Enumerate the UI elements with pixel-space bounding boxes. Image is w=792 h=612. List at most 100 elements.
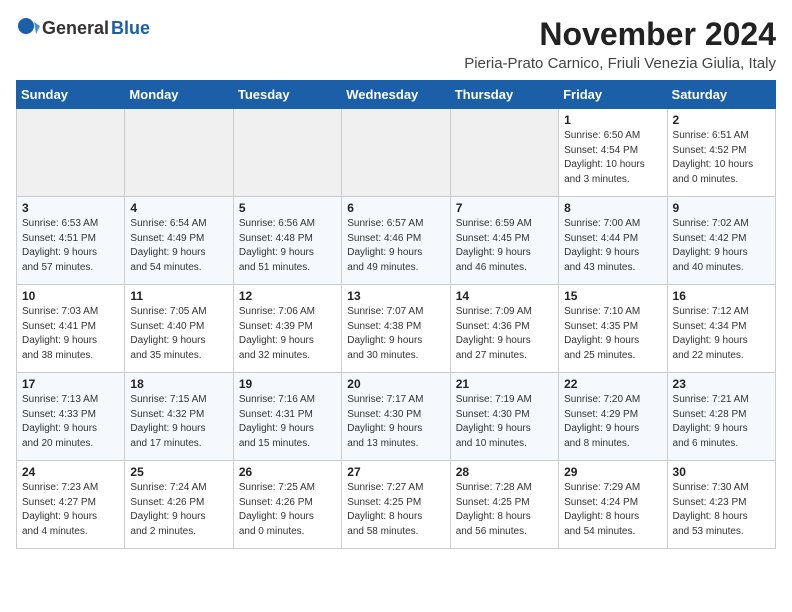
header-thursday: Thursday (450, 81, 558, 109)
calendar-title: November 2024 (464, 16, 776, 53)
calendar-cell: 4 Sunrise: 6:54 AM Sunset: 4:49 PM Daylig… (125, 197, 233, 285)
day-info: Sunrise: 6:59 AM Sunset: 4:45 PM Dayligh… (456, 217, 553, 275)
calendar-cell: 13 Sunrise: 7:07 AM Sunset: 4:38 PM Dayli… (342, 285, 450, 373)
calendar-table: SundayMondayTuesdayWednesdayThursdayFrid… (16, 80, 776, 549)
calendar-cell: 20Sunrise: 7:17 AM Sunset: 4:30 PM Dayli… (342, 373, 450, 461)
day-number: 26 (239, 465, 336, 479)
day-info: Sunrise: 6:57 AM Sunset: 4:46 PM Dayligh… (347, 217, 444, 275)
calendar-cell: 11 Sunrise: 7:05 AM Sunset: 4:40 PM Dayli… (125, 285, 233, 373)
calendar-cell: 23 Sunrise: 7:21 AM Sunset: 4:28 PM Dayli… (667, 373, 775, 461)
day-number: 7 (456, 201, 553, 215)
day-number: 19 (239, 377, 336, 391)
day-number: 29 (564, 465, 661, 479)
title-block: November 2024 Pieria-Prato Carnico, Friu… (464, 16, 776, 72)
day-info: Sunrise: 7:20 AM Sunset: 4:29 PM Dayligh… (564, 393, 661, 451)
calendar-cell: 22 Sunrise: 7:20 AM Sunset: 4:29 PM Dayli… (559, 373, 667, 461)
calendar-cell: 14 Sunrise: 7:09 AM Sunset: 4:36 PM Dayli… (450, 285, 558, 373)
day-info: Sunrise: 7:09 AM Sunset: 4:36 PM Dayligh… (456, 305, 553, 363)
day-number: 16 (673, 289, 770, 303)
calendar-cell: 6 Sunrise: 6:57 AM Sunset: 4:46 PM Daylig… (342, 197, 450, 285)
day-number: 4 (130, 201, 227, 215)
day-number: 15 (564, 289, 661, 303)
day-number: 9 (673, 201, 770, 215)
header-saturday: Saturday (667, 81, 775, 109)
day-info: Sunrise: 7:02 AM Sunset: 4:42 PM Dayligh… (673, 217, 770, 275)
page-header: General Blue November 2024 Pieria-Prato … (16, 16, 776, 72)
calendar-cell: 2 Sunrise: 6:51 AM Sunset: 4:52 PM Daylig… (667, 109, 775, 197)
day-info: Sunrise: 7:23 AM Sunset: 4:27 PM Dayligh… (22, 481, 119, 539)
day-number: 13 (347, 289, 444, 303)
header-tuesday: Tuesday (233, 81, 341, 109)
day-number: 12 (239, 289, 336, 303)
day-number: 22 (564, 377, 661, 391)
calendar-cell (342, 109, 450, 197)
day-number: 30 (673, 465, 770, 479)
day-info: Sunrise: 7:03 AM Sunset: 4:41 PM Dayligh… (22, 305, 119, 363)
day-number: 25 (130, 465, 227, 479)
day-number: 17 (22, 377, 119, 391)
day-info: Sunrise: 7:17 AM Sunset: 4:30 PM Dayligh… (347, 393, 444, 451)
day-info: Sunrise: 7:10 AM Sunset: 4:35 PM Dayligh… (564, 305, 661, 363)
day-number: 10 (22, 289, 119, 303)
calendar-cell: 25 Sunrise: 7:24 AM Sunset: 4:26 PM Dayli… (125, 461, 233, 549)
calendar-week-row: 3Sunrise: 6:53 AM Sunset: 4:51 PM Daylig… (17, 197, 776, 285)
header-wednesday: Wednesday (342, 81, 450, 109)
calendar-cell: 18Sunrise: 7:15 AM Sunset: 4:32 PM Dayli… (125, 373, 233, 461)
calendar-cell: 16Sunrise: 7:12 AM Sunset: 4:34 PM Dayli… (667, 285, 775, 373)
day-info: Sunrise: 7:19 AM Sunset: 4:30 PM Dayligh… (456, 393, 553, 451)
day-info: Sunrise: 7:21 AM Sunset: 4:28 PM Dayligh… (673, 393, 770, 451)
calendar-cell: 15 Sunrise: 7:10 AM Sunset: 4:35 PM Dayli… (559, 285, 667, 373)
day-info: Sunrise: 7:07 AM Sunset: 4:38 PM Dayligh… (347, 305, 444, 363)
day-info: Sunrise: 7:16 AM Sunset: 4:31 PM Dayligh… (239, 393, 336, 451)
day-info: Sunrise: 7:25 AM Sunset: 4:26 PM Dayligh… (239, 481, 336, 539)
day-info: Sunrise: 7:00 AM Sunset: 4:44 PM Dayligh… (564, 217, 661, 275)
day-number: 28 (456, 465, 553, 479)
day-number: 23 (673, 377, 770, 391)
calendar-cell: 1Sunrise: 6:50 AM Sunset: 4:54 PM Daylig… (559, 109, 667, 197)
calendar-cell: 10 Sunrise: 7:03 AM Sunset: 4:41 PM Dayli… (17, 285, 125, 373)
calendar-header-row: SundayMondayTuesdayWednesdayThursdayFrid… (17, 81, 776, 109)
calendar-week-row: 24Sunrise: 7:23 AM Sunset: 4:27 PM Dayli… (17, 461, 776, 549)
calendar-cell: 21Sunrise: 7:19 AM Sunset: 4:30 PM Dayli… (450, 373, 558, 461)
day-info: Sunrise: 7:30 AM Sunset: 4:23 PM Dayligh… (673, 481, 770, 539)
day-info: Sunrise: 6:50 AM Sunset: 4:54 PM Dayligh… (564, 129, 661, 187)
calendar-cell: 12 Sunrise: 7:06 AM Sunset: 4:39 PM Dayli… (233, 285, 341, 373)
calendar-cell (125, 109, 233, 197)
header-monday: Monday (125, 81, 233, 109)
day-info: Sunrise: 6:51 AM Sunset: 4:52 PM Dayligh… (673, 129, 770, 187)
day-number: 6 (347, 201, 444, 215)
day-info: Sunrise: 7:27 AM Sunset: 4:25 PM Dayligh… (347, 481, 444, 539)
calendar-cell (233, 109, 341, 197)
day-info: Sunrise: 6:54 AM Sunset: 4:49 PM Dayligh… (130, 217, 227, 275)
day-number: 11 (130, 289, 227, 303)
logo-general-text: General (42, 18, 109, 39)
calendar-cell: 24Sunrise: 7:23 AM Sunset: 4:27 PM Dayli… (17, 461, 125, 549)
day-info: Sunrise: 7:05 AM Sunset: 4:40 PM Dayligh… (130, 305, 227, 363)
day-info: Sunrise: 7:29 AM Sunset: 4:24 PM Dayligh… (564, 481, 661, 539)
calendar-cell: 7 Sunrise: 6:59 AM Sunset: 4:45 PM Daylig… (450, 197, 558, 285)
day-info: Sunrise: 7:13 AM Sunset: 4:33 PM Dayligh… (22, 393, 119, 451)
day-number: 14 (456, 289, 553, 303)
calendar-cell: 5 Sunrise: 6:56 AM Sunset: 4:48 PM Daylig… (233, 197, 341, 285)
calendar-cell: 8Sunrise: 7:00 AM Sunset: 4:44 PM Daylig… (559, 197, 667, 285)
day-info: Sunrise: 7:06 AM Sunset: 4:39 PM Dayligh… (239, 305, 336, 363)
day-info: Sunrise: 7:24 AM Sunset: 4:26 PM Dayligh… (130, 481, 227, 539)
calendar-week-row: 17 Sunrise: 7:13 AM Sunset: 4:33 PM Dayli… (17, 373, 776, 461)
calendar-cell: 27 Sunrise: 7:27 AM Sunset: 4:25 PM Dayli… (342, 461, 450, 549)
day-info: Sunrise: 7:28 AM Sunset: 4:25 PM Dayligh… (456, 481, 553, 539)
day-info: Sunrise: 6:56 AM Sunset: 4:48 PM Dayligh… (239, 217, 336, 275)
day-info: Sunrise: 7:15 AM Sunset: 4:32 PM Dayligh… (130, 393, 227, 451)
calendar-week-row: 1Sunrise: 6:50 AM Sunset: 4:54 PM Daylig… (17, 109, 776, 197)
calendar-cell (17, 109, 125, 197)
day-number: 27 (347, 465, 444, 479)
calendar-subtitle: Pieria-Prato Carnico, Friuli Venezia Giu… (464, 55, 776, 72)
calendar-week-row: 10 Sunrise: 7:03 AM Sunset: 4:41 PM Dayli… (17, 285, 776, 373)
calendar-cell: 19 Sunrise: 7:16 AM Sunset: 4:31 PM Dayli… (233, 373, 341, 461)
logo: General Blue (16, 16, 150, 40)
logo-icon (16, 16, 40, 40)
calendar-cell: 28 Sunrise: 7:28 AM Sunset: 4:25 PM Dayli… (450, 461, 558, 549)
day-number: 5 (239, 201, 336, 215)
calendar-cell: 17 Sunrise: 7:13 AM Sunset: 4:33 PM Dayli… (17, 373, 125, 461)
day-number: 2 (673, 113, 770, 127)
logo-blue-text: Blue (111, 18, 150, 39)
